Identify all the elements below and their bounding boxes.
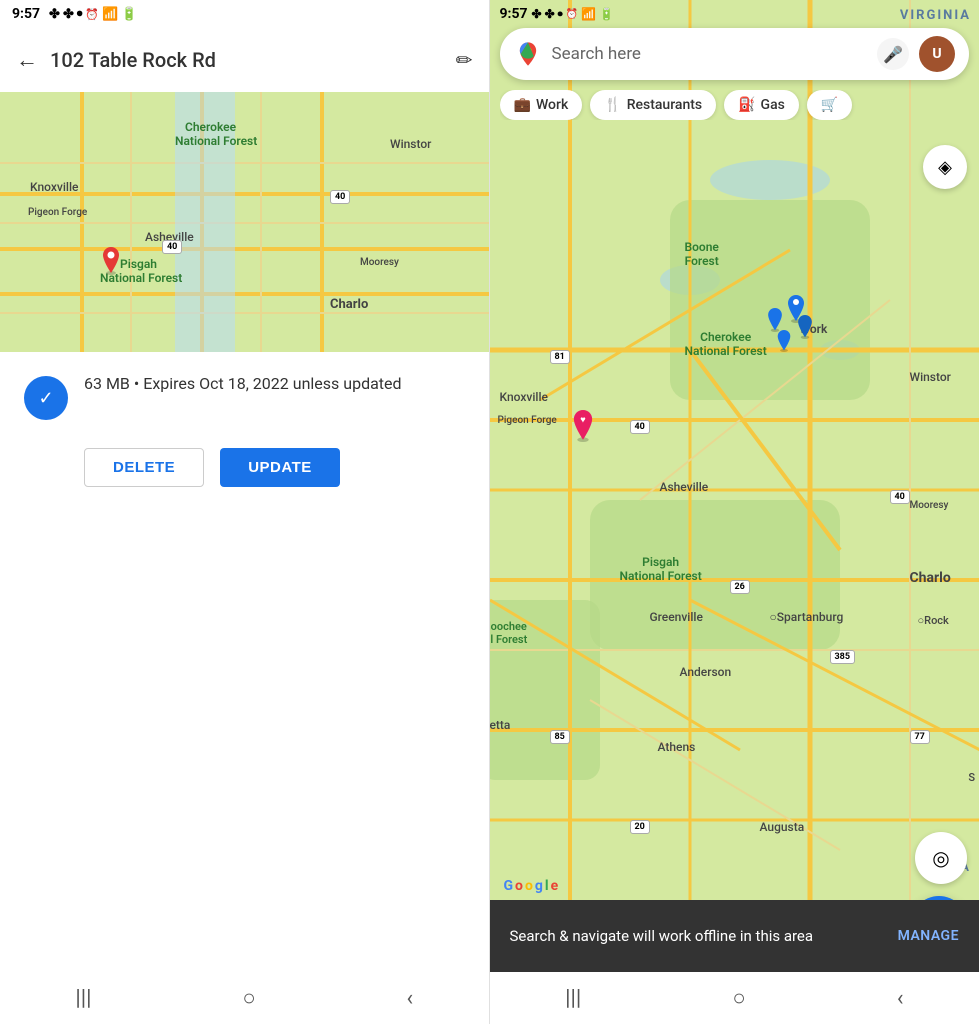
wifi-icon: 📶	[102, 7, 118, 22]
search-input[interactable]: Search here	[552, 44, 868, 64]
hashtag-icon-2: ✤	[63, 7, 74, 22]
page-title: 102 Table Rock Rd	[50, 48, 444, 72]
highway-40-2: 40	[330, 190, 350, 204]
layer-toggle-button[interactable]: ◈	[923, 145, 967, 189]
right-hashtag-2: ✤	[545, 7, 555, 21]
battery-icon: 🔋	[121, 7, 137, 22]
info-text: 63 MB • Expires Oct 18, 2022 unless upda…	[84, 372, 402, 396]
right-alarm: ⏰	[566, 9, 578, 20]
blue-pin-2	[765, 308, 785, 332]
right-wifi: 📶	[581, 7, 596, 21]
chip-gas[interactable]: ⛽ Gas	[724, 90, 799, 120]
road-thin-v-1	[130, 92, 132, 352]
right-panel: VIRGINIA Huntington BooneForest Cherokee…	[490, 0, 979, 1024]
left-status-icons: ✤ ✤ ⏺ ⏰ 📶 🔋	[49, 7, 137, 22]
road-thin-h-1	[0, 162, 489, 164]
check-circle: ✓	[24, 376, 68, 420]
map-thumbnail[interactable]: Cherokee National Forest Pisgah National…	[0, 92, 489, 352]
cart-icon: 🛒	[821, 97, 838, 113]
action-buttons: DELETE UPDATE	[0, 440, 489, 511]
mic-button[interactable]: 🎤	[877, 38, 909, 70]
check-icon: ✓	[38, 388, 53, 409]
edit-button[interactable]: ✏	[456, 48, 473, 72]
hw-77: 77	[910, 730, 930, 744]
map-svg	[490, 0, 979, 1024]
right-status-icons: ✤ ✤ ⏺ ⏰ 📶 🔋	[532, 7, 614, 21]
road-thin-v-2	[260, 92, 262, 352]
right-back-nav-icon[interactable]: ‹	[897, 986, 904, 1011]
chip-work[interactable]: 💼 Work	[500, 90, 583, 120]
hw-26: 26	[730, 580, 750, 594]
highway-40: 40	[162, 240, 182, 254]
layer-icon: ◈	[938, 157, 952, 178]
left-status-bar: 9:57 ✤ ✤ ⏺ ⏰ 📶 🔋	[0, 0, 489, 28]
manage-button[interactable]: MANAGE	[898, 928, 959, 944]
google-logo-bottom: G o o g l e	[504, 878, 559, 894]
restaurants-icon: 🍴	[604, 97, 621, 113]
road-h-2	[0, 247, 489, 251]
hw-85: 85	[550, 730, 570, 744]
chip-restaurants[interactable]: 🍴 Restaurants	[590, 90, 716, 120]
record-icon: ⏺	[77, 7, 83, 21]
work-icon: 💼	[514, 97, 531, 113]
right-battery: 🔋	[599, 7, 614, 21]
right-rec-icon: ⏺	[558, 9, 563, 20]
chip-cart[interactable]: 🛒	[807, 90, 852, 120]
right-status-bar: 9:57 ✤ ✤ ⏺ ⏰ 📶 🔋	[490, 0, 979, 28]
winstor-label: Winstor	[390, 137, 431, 151]
recent-apps-icon[interactable]: |||	[75, 986, 91, 1011]
offline-banner: Search & navigate will work offline in t…	[490, 900, 979, 972]
left-status-time: 9:57	[12, 6, 40, 22]
my-location-button[interactable]: ◎	[915, 832, 967, 884]
left-panel: 9:57 ✤ ✤ ⏺ ⏰ 📶 🔋 ← 102 Table Rock Rd ✏	[0, 0, 489, 1024]
mooresy-label: Mooresy	[360, 257, 399, 268]
road-h-3	[0, 292, 489, 296]
info-section: ✓ 63 MB • Expires Oct 18, 2022 unless up…	[0, 352, 489, 440]
user-avatar[interactable]: U	[919, 36, 955, 72]
back-button[interactable]: ←	[16, 47, 38, 73]
update-button[interactable]: UPDATE	[220, 448, 340, 487]
chip-restaurants-label: Restaurants	[627, 97, 702, 113]
hw-81: 81	[550, 350, 570, 364]
left-nav-bar: ||| ○ ‹	[0, 972, 489, 1024]
hw-385: 385	[830, 650, 856, 664]
pisgah-label: Pisgah	[120, 257, 157, 271]
right-hashtag-1: ✤	[532, 7, 542, 21]
delete-button[interactable]: DELETE	[84, 448, 204, 487]
google-maps-logo	[514, 40, 542, 68]
right-status-time: 9:57	[500, 6, 528, 22]
red-pin-right: ♥	[570, 410, 596, 442]
header-bar: ← 102 Table Rock Rd ✏	[0, 28, 489, 92]
gas-icon: ⛽	[738, 97, 755, 113]
blue-pin-4	[775, 330, 793, 352]
alarm-icon: ⏰	[85, 8, 99, 21]
location-icon: ◎	[932, 846, 949, 870]
highlight-strip	[175, 92, 235, 352]
right-home-icon[interactable]: ○	[732, 985, 745, 1011]
hw-40-2: 40	[890, 490, 910, 504]
filter-chips: 💼 Work 🍴 Restaurants ⛽ Gas 🛒	[500, 90, 970, 120]
banner-message: Search & navigate will work offline in t…	[510, 926, 898, 947]
road-h-1	[0, 192, 489, 196]
right-recent-apps-icon[interactable]: |||	[565, 986, 581, 1011]
hw-40-right: 40	[630, 420, 650, 434]
pigeon-forge-label: Pigeon Forge	[28, 207, 87, 218]
back-nav-icon[interactable]: ‹	[406, 986, 413, 1011]
home-icon[interactable]: ○	[242, 985, 255, 1011]
blue-pin-3	[795, 315, 815, 339]
map-canvas[interactable]: VIRGINIA Huntington BooneForest Cherokee…	[490, 0, 979, 1024]
hashtag-icon-1: ✤	[49, 7, 60, 22]
chip-gas-label: Gas	[761, 97, 785, 113]
search-bar[interactable]: Search here 🎤 U	[500, 28, 970, 80]
chip-work-label: Work	[536, 97, 568, 113]
right-nav-bar: ||| ○ ‹	[490, 972, 979, 1024]
map-background: Cherokee National Forest Pisgah National…	[0, 92, 489, 352]
map-pin-red	[100, 247, 122, 275]
road-thin-h-3	[0, 312, 489, 314]
charlo-label: Charlo	[330, 297, 368, 312]
hw-20: 20	[630, 820, 650, 834]
svg-text:♥: ♥	[580, 416, 585, 426]
road-thin-h-2	[0, 222, 489, 224]
